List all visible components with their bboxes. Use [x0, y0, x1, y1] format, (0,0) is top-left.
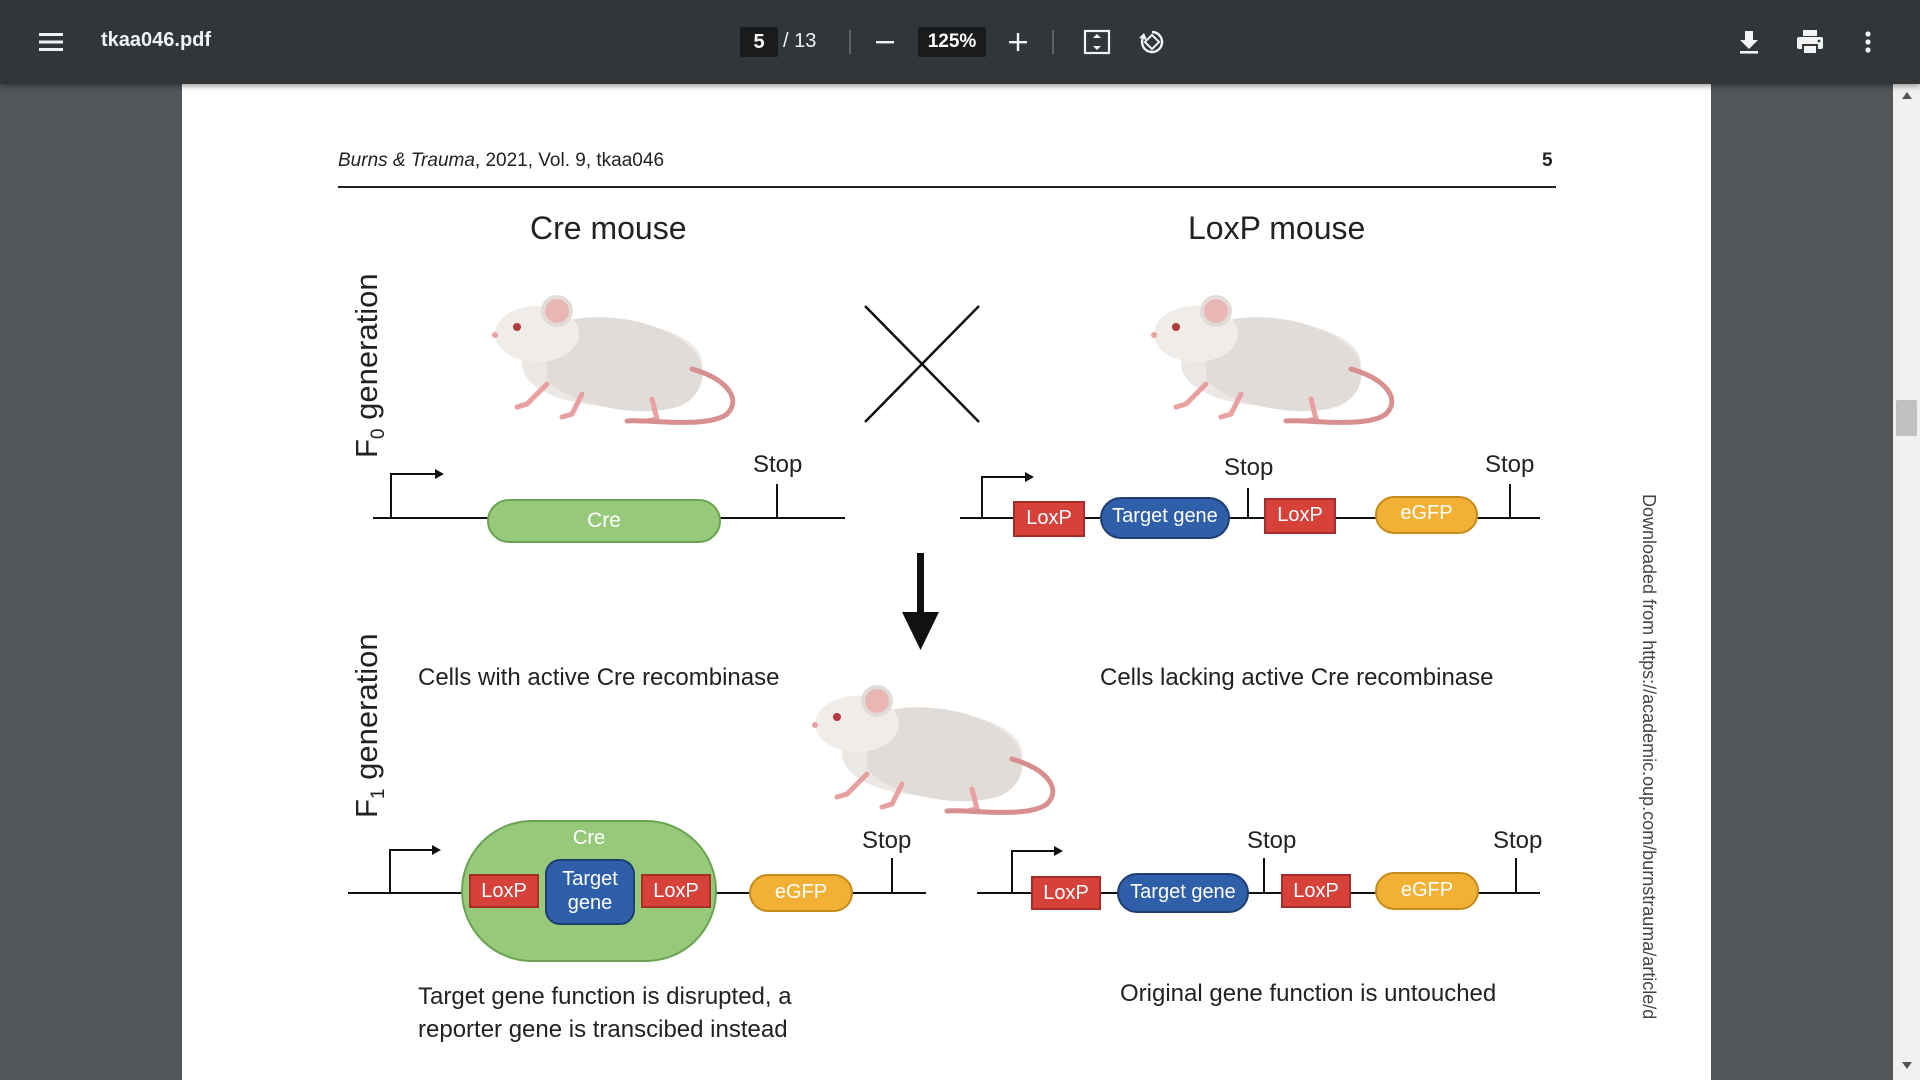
- cre-mouse-title: Cre mouse: [530, 210, 687, 246]
- plus-icon[interactable]: [1005, 28, 1031, 56]
- cross-mark: [864, 305, 980, 423]
- scrollbar-thumb[interactable]: [1896, 400, 1917, 436]
- genetics-figure: [348, 84, 1540, 962]
- download-icon[interactable]: [1734, 26, 1764, 58]
- disrupted-caption: Target gene function is disrupted, a repo…: [418, 983, 792, 1043]
- egfp-label: eGFP: [774, 881, 828, 903]
- down-arrow-icon: [902, 553, 939, 650]
- file-title: tkaa046.pdf: [101, 29, 212, 51]
- loxp-mouse-image: [1151, 297, 1392, 422]
- egfp-label: eGFP: [1400, 502, 1453, 524]
- fit-page-icon[interactable]: [1082, 28, 1112, 56]
- loxp-label: LoxP: [1026, 507, 1072, 529]
- scroll-up-icon[interactable]: [1902, 92, 1912, 99]
- cre-enzyme-label: Cre: [572, 827, 606, 849]
- f0-generation-label: F0 generation: [349, 273, 390, 458]
- menu-icon[interactable]: [36, 28, 66, 56]
- cre-gene-label: Cre: [587, 509, 621, 532]
- untouched-caption: Original gene function is untouched: [1120, 980, 1497, 1007]
- page-count: / 13: [783, 30, 817, 52]
- loxp-mouse-title: LoxP mouse: [1188, 210, 1366, 246]
- cells-lacking-caption: Cells lacking active Cre recombinase: [1100, 664, 1494, 691]
- loxp-label: LoxP: [1277, 504, 1323, 526]
- stop-label: Stop: [1224, 454, 1274, 481]
- cre-mouse-image: [492, 297, 733, 422]
- more-vert-icon[interactable]: [1858, 28, 1878, 56]
- stop-label: Stop: [753, 451, 803, 478]
- vertical-scrollbar[interactable]: [1893, 84, 1920, 1080]
- egfp-label: eGFP: [1400, 879, 1454, 901]
- rotate-icon[interactable]: [1136, 27, 1168, 57]
- minus-icon[interactable]: [872, 28, 898, 56]
- f1-generation-label: F1 generation: [349, 633, 390, 818]
- page-number-input[interactable]: 5: [740, 27, 778, 57]
- cells-active-caption: Cells with active Cre recombinase: [418, 664, 780, 691]
- target-gene-label: Target gene: [1112, 505, 1218, 527]
- toolbar-divider: [849, 30, 851, 54]
- pdf-toolbar: tkaa046.pdf 5 / 13 125%: [0, 0, 1920, 84]
- stop-label: Stop: [1247, 827, 1297, 854]
- print-icon[interactable]: [1793, 26, 1827, 58]
- pdf-page: Burns & Trauma, 2021, Vol. 9, tkaa046 5: [182, 84, 1711, 1080]
- stop-label: Stop: [1493, 827, 1543, 854]
- zoom-level-input[interactable]: 125%: [918, 27, 986, 57]
- scroll-down-icon[interactable]: [1902, 1062, 1912, 1069]
- f1-mouse-image: [812, 687, 1053, 812]
- toolbar-divider: [1052, 30, 1054, 54]
- loxp-label: LoxP: [1293, 880, 1339, 902]
- download-side-note: Downloaded from https://academic.oup.com…: [1639, 494, 1659, 1020]
- stop-label: Stop: [1485, 451, 1535, 478]
- loxp-label: LoxP: [481, 880, 527, 902]
- loxp-label: LoxP: [1043, 882, 1089, 904]
- loxp-label: LoxP: [653, 880, 699, 902]
- target-gene-label: Target gene: [562, 868, 618, 914]
- target-gene-label: Target gene: [1130, 881, 1236, 903]
- stop-label: Stop: [862, 827, 912, 854]
